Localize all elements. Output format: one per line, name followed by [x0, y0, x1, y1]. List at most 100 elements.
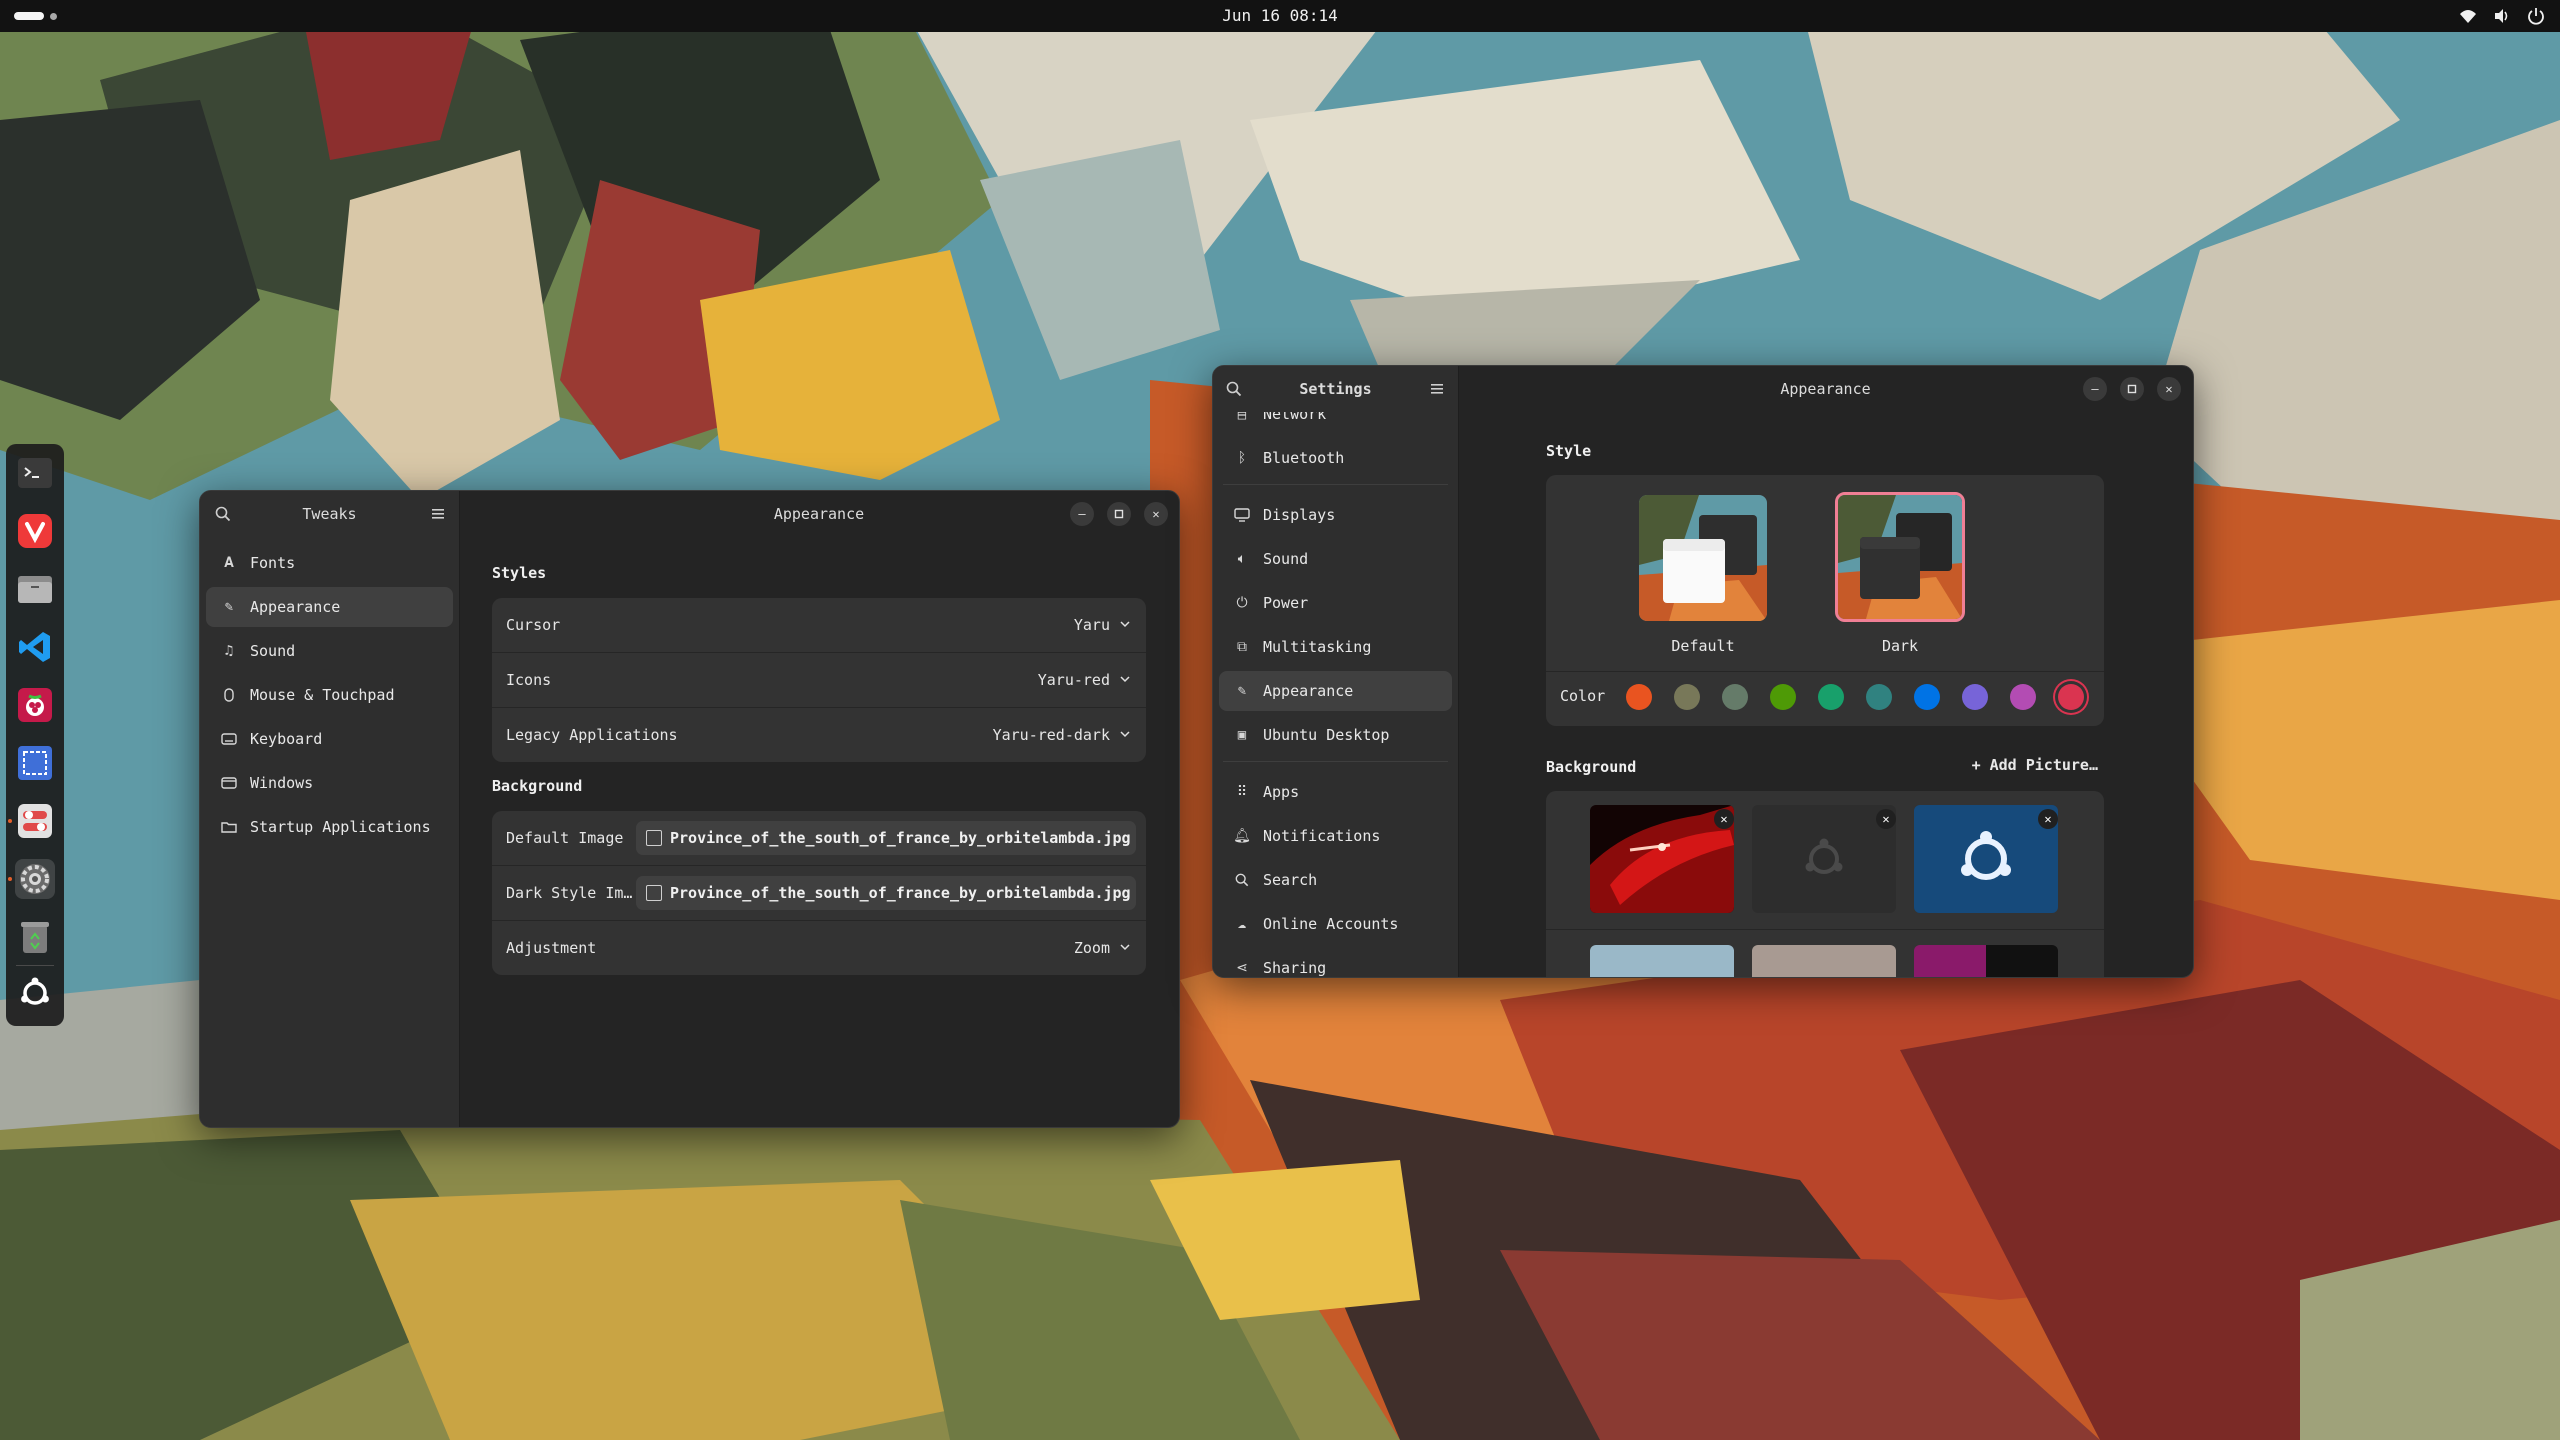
- accent-color-swatch[interactable]: [1962, 684, 1988, 710]
- accent-color-swatch[interactable]: [2010, 684, 2036, 710]
- tweaks-sidebar-title: Tweaks: [302, 505, 357, 523]
- background-thumb[interactable]: [1914, 945, 2058, 977]
- top-bar: Jun 16 08:14: [0, 0, 2560, 32]
- settings-nav-apps[interactable]: ⠿ Apps: [1219, 772, 1452, 812]
- remove-background-button[interactable]: ✕: [1714, 809, 1734, 829]
- nav-separator: [1223, 484, 1448, 485]
- nav-label: Mouse & Touchpad: [250, 686, 395, 704]
- menu-icon[interactable]: [425, 501, 451, 527]
- vscode-icon[interactable]: [15, 627, 55, 667]
- power-icon[interactable]: [2526, 6, 2546, 26]
- tweaks-sidebar-header: Tweaks: [200, 491, 459, 537]
- tweaks-nav-sound[interactable]: ♫ Sound: [206, 631, 453, 671]
- mouse-icon: [220, 686, 238, 704]
- appearance-icon: ✎: [224, 599, 234, 615]
- adjustment-row[interactable]: Adjustment Zoom: [492, 921, 1146, 975]
- default-style-preview: [1639, 495, 1767, 621]
- icons-theme-row[interactable]: Icons Yaru-red: [492, 653, 1146, 708]
- maximize-button[interactable]: [2120, 377, 2144, 401]
- settings-nav-online-accounts[interactable]: ☁ Online Accounts: [1219, 904, 1452, 944]
- music-note-icon: ♫: [224, 643, 234, 659]
- background-thumb[interactable]: [1752, 945, 1896, 977]
- wifi-icon[interactable]: [2458, 6, 2478, 26]
- display-icon: [1233, 506, 1251, 524]
- background-group: Default Image Province_of_the_south_of_f…: [492, 811, 1146, 975]
- accent-color-swatch[interactable]: [1626, 684, 1652, 710]
- power-icon: ⏻: [1236, 595, 1248, 611]
- settings-nav-appearance[interactable]: ✎ Appearance: [1219, 671, 1452, 711]
- tweaks-nav-windows[interactable]: Windows: [206, 763, 453, 803]
- clock[interactable]: Jun 16 08:14: [1180, 0, 1380, 32]
- row-label: Dark Style Im…: [506, 884, 633, 902]
- system-tray[interactable]: [2458, 6, 2546, 26]
- accent-color-swatch[interactable]: [1914, 684, 1940, 710]
- ubuntu-desktop-icon: ▣: [1237, 727, 1247, 743]
- accent-color-swatch[interactable]: [1770, 684, 1796, 710]
- nav-label: Search: [1263, 871, 1318, 889]
- accent-color-swatch[interactable]: [2058, 684, 2084, 710]
- remove-background-button[interactable]: ✕: [2038, 809, 2058, 829]
- style-option-dark[interactable]: [1835, 492, 1965, 622]
- nav-separator: [1223, 761, 1448, 762]
- cursor-theme-row[interactable]: Cursor Yaru: [492, 598, 1146, 653]
- settings-nav-displays[interactable]: Displays: [1219, 495, 1452, 535]
- running-indicator: [8, 877, 12, 881]
- default-image-filename: Province_of_the_south_of_france_by_orbit…: [670, 829, 1131, 847]
- tweaks-nav-fonts[interactable]: 𝐀 Fonts: [206, 543, 453, 583]
- trash-icon[interactable]: [15, 917, 55, 957]
- tweaks-nav-appearance[interactable]: ✎ Appearance: [206, 587, 453, 627]
- raspberry-icon[interactable]: [15, 685, 55, 725]
- settings-nav-network[interactable]: ⌸ Network: [1219, 412, 1452, 434]
- nav-label: Notifications: [1263, 827, 1381, 845]
- tweaks-nav-keyboard[interactable]: Keyboard: [206, 719, 453, 759]
- settings-nav-notifications[interactable]: 🔔︎ Notifications: [1219, 816, 1452, 856]
- screenshot-icon[interactable]: [15, 743, 55, 783]
- add-picture-button[interactable]: + Add Picture…: [1972, 756, 2098, 774]
- settings-sidebar-header: Settings: [1213, 366, 1458, 412]
- tweaks-icon[interactable]: [15, 801, 55, 841]
- background-thumb-ubuntu-dark[interactable]: [1752, 805, 1896, 913]
- nav-label: Sharing: [1263, 959, 1327, 977]
- files-icon[interactable]: [15, 569, 55, 609]
- close-button[interactable]: ✕: [2157, 377, 2181, 401]
- style-option-default[interactable]: [1639, 495, 1767, 621]
- terminal-icon[interactable]: [15, 453, 55, 493]
- settings-icon[interactable]: [15, 859, 55, 899]
- settings-nav-ubuntu-desktop[interactable]: ▣ Ubuntu Desktop: [1219, 715, 1452, 755]
- background-thumb-red-car[interactable]: [1590, 805, 1734, 913]
- settings-nav-bluetooth[interactable]: ᛒ Bluetooth: [1219, 438, 1452, 478]
- tweaks-nav-startup-applications[interactable]: Startup Applications: [206, 807, 453, 847]
- volume-icon[interactable]: [2492, 6, 2512, 26]
- settings-nav-sharing[interactable]: ⋖ Sharing: [1219, 948, 1452, 977]
- background-thumb[interactable]: [1590, 945, 1734, 977]
- vivaldi-icon[interactable]: [15, 511, 55, 551]
- minimize-button[interactable]: –: [2083, 377, 2107, 401]
- accent-color-swatch[interactable]: [1674, 684, 1700, 710]
- background-thumb-ubuntu-blue[interactable]: [1914, 805, 2058, 913]
- tweaks-nav-mouse-touchpad[interactable]: Mouse & Touchpad: [206, 675, 453, 715]
- default-image-file-button[interactable]: Province_of_the_south_of_france_by_orbit…: [636, 821, 1136, 855]
- accent-color-swatch[interactable]: [1722, 684, 1748, 710]
- icons-theme-value: Yaru-red: [1037, 671, 1110, 689]
- dark-image-file-button[interactable]: Province_of_the_south_of_france_by_orbit…: [636, 876, 1136, 910]
- close-button[interactable]: ✕: [1144, 502, 1168, 526]
- bell-icon: 🔔︎: [1233, 828, 1251, 844]
- remove-background-button[interactable]: ✕: [1876, 809, 1896, 829]
- minimize-button[interactable]: –: [1070, 502, 1094, 526]
- legacy-applications-row[interactable]: Legacy Applications Yaru-red-dark: [492, 708, 1146, 762]
- accent-color-swatch[interactable]: [1818, 684, 1844, 710]
- maximize-button[interactable]: [1107, 502, 1131, 526]
- style-option-default-label: Default: [1671, 637, 1735, 655]
- background-heading: Background: [492, 777, 583, 795]
- activities-button[interactable]: [14, 12, 57, 20]
- ubuntu-icon[interactable]: [15, 973, 55, 1013]
- settings-nav-power[interactable]: ⏻ Power: [1219, 583, 1452, 623]
- bluetooth-icon: ᛒ: [1237, 450, 1247, 466]
- accent-color-swatch[interactable]: [1866, 684, 1892, 710]
- nav-label: Online Accounts: [1263, 915, 1399, 933]
- settings-nav-multitasking[interactable]: ⧉ Multitasking: [1219, 627, 1452, 667]
- menu-icon[interactable]: [1424, 376, 1450, 402]
- settings-nav-search[interactable]: Search: [1219, 860, 1452, 900]
- nav-label: Bluetooth: [1263, 449, 1345, 467]
- settings-nav-sound[interactable]: 🔈︎ Sound: [1219, 539, 1452, 579]
